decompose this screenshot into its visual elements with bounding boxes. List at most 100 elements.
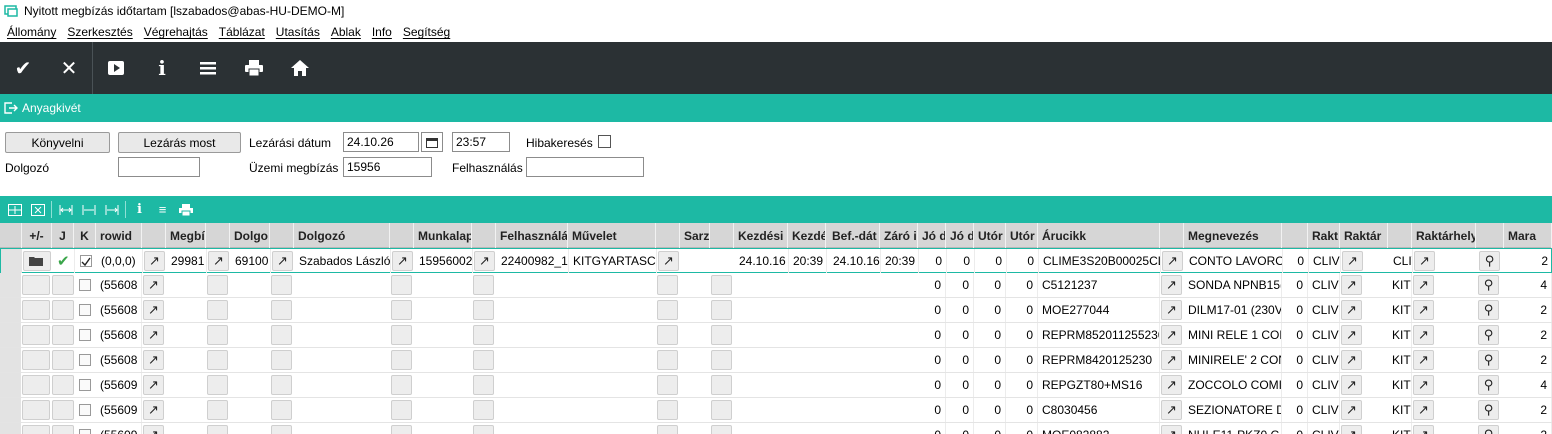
- grid-cell-rakt[interactable]: 0: [1282, 273, 1308, 297]
- grid-cell-jo1[interactable]: 0: [918, 373, 946, 397]
- calendar-icon[interactable]: [421, 132, 443, 152]
- empty-cell-button[interactable]: [391, 400, 412, 420]
- grid-cell-megbiz[interactable]: 29981: [167, 249, 207, 273]
- menu-command[interactable]: Utasítás: [276, 25, 320, 39]
- grid-cell-mara[interactable]: 4: [1504, 373, 1552, 397]
- table-row[interactable]: ✔ (0,0,0) 29981 69100 Szabados László 1595600…: [0, 248, 1552, 273]
- stock-lookup-icon[interactable]: ⚲: [1478, 375, 1499, 395]
- empty-cell-button[interactable]: [711, 350, 732, 370]
- open-link-icon[interactable]: ↗: [658, 251, 679, 271]
- open-link-icon[interactable]: ↗: [1413, 275, 1434, 295]
- grid-cell-rakt[interactable]: 0: [1282, 348, 1308, 372]
- open-link-icon[interactable]: ↗: [143, 425, 164, 434]
- empty-cell-button[interactable]: [473, 400, 494, 420]
- grid-cell-rowid[interactable]: (55609: [96, 423, 142, 434]
- column-header[interactable]: Kezdé: [788, 223, 826, 248]
- grid-cell-rowid[interactable]: (55608: [96, 348, 142, 372]
- grid-cell-jo1[interactable]: 0: [918, 298, 946, 322]
- grid-cell-jo1[interactable]: 0: [918, 273, 946, 297]
- column-width-icon[interactable]: [54, 196, 77, 223]
- column-header[interactable]: Megbí: [166, 223, 206, 248]
- empty-cell-button[interactable]: [271, 300, 292, 320]
- empty-cell-button[interactable]: [473, 275, 494, 295]
- grid-cell-megnevezes[interactable]: SEZIONATORE D/: [1184, 398, 1282, 422]
- open-link-icon[interactable]: ↗: [1413, 325, 1434, 345]
- column-header[interactable]: Jó d: [946, 223, 974, 248]
- empty-cell-button[interactable]: [391, 425, 412, 434]
- close-icon[interactable]: ✕: [46, 42, 92, 94]
- grid-cell-megnevezes[interactable]: DILM17-01 (230V: [1184, 298, 1282, 322]
- open-link-icon[interactable]: ↗: [1341, 325, 1362, 345]
- grid-cell-rowid[interactable]: (55609: [96, 398, 142, 422]
- list-icon[interactable]: [185, 42, 231, 94]
- column-header[interactable]: [270, 223, 294, 248]
- open-link-icon[interactable]: ↗: [1161, 300, 1182, 320]
- grid-cell-megnevezes[interactable]: CONTO LAVORO: [1185, 249, 1283, 273]
- grid-cell-munkalap[interactable]: 15956002: [415, 249, 473, 273]
- row-action-button[interactable]: [22, 375, 50, 395]
- grid-cell-jo2[interactable]: 0: [946, 348, 974, 372]
- folder-open-icon[interactable]: [23, 251, 51, 271]
- open-link-icon[interactable]: ↗: [1161, 400, 1182, 420]
- table-row[interactable]: (55608 0 0 0 0 REPRM852011255230 MINI RELE 1 C…: [0, 323, 1552, 348]
- menu-execute[interactable]: Végrehajtás: [144, 25, 208, 39]
- delete-row-icon[interactable]: [26, 196, 49, 223]
- open-link-icon[interactable]: ↗: [143, 275, 164, 295]
- open-link-icon[interactable]: ↗: [1413, 400, 1434, 420]
- grid-cell-rakt[interactable]: 0: [1282, 298, 1308, 322]
- row-checkbox[interactable]: [79, 404, 91, 416]
- empty-cell-button[interactable]: [207, 350, 228, 370]
- row-status-button[interactable]: [52, 325, 74, 345]
- empty-cell-button[interactable]: [711, 325, 732, 345]
- grid-cell-kezdesi[interactable]: 24.10.16: [735, 249, 789, 273]
- stock-lookup-icon[interactable]: ⚲: [1478, 325, 1499, 345]
- grid-cell-utor1[interactable]: 0: [974, 398, 1006, 422]
- book-button[interactable]: Könyvelni: [5, 132, 110, 153]
- open-link-icon[interactable]: ↗: [1341, 375, 1362, 395]
- empty-cell-button[interactable]: [207, 275, 228, 295]
- open-link-icon[interactable]: ↗: [1161, 425, 1182, 434]
- column-header[interactable]: Dolgozó: [294, 223, 390, 248]
- grid-cell-jo2[interactable]: 0: [946, 423, 974, 434]
- grid-cell-arucikk[interactable]: REPGZT80+MS16: [1038, 373, 1160, 397]
- open-link-icon[interactable]: ↗: [1161, 275, 1182, 295]
- grid-cell-mara[interactable]: 2: [1504, 423, 1552, 434]
- print-icon[interactable]: [231, 42, 277, 94]
- open-link-icon[interactable]: ↗: [392, 251, 413, 271]
- menu-edit[interactable]: Szerkesztés: [67, 25, 132, 39]
- check-icon[interactable]: ✔: [0, 42, 46, 94]
- grid-cell-jo2[interactable]: 0: [946, 323, 974, 347]
- column-header[interactable]: Utór: [974, 223, 1006, 248]
- order-field[interactable]: 15956: [343, 157, 432, 177]
- column-header[interactable]: [1282, 223, 1308, 248]
- empty-cell-button[interactable]: [271, 325, 292, 345]
- usage-field[interactable]: [526, 157, 644, 177]
- grid-cell-utor2[interactable]: 0: [1006, 398, 1038, 422]
- play-icon[interactable]: [93, 42, 139, 94]
- table-row[interactable]: (556090000MOE082882NHI-E11-PKZ0 C0CLIVET…: [0, 423, 1552, 434]
- empty-cell-button[interactable]: [391, 375, 412, 395]
- grid-cell-megnevezes[interactable]: SONDA NPNB15(: [1184, 273, 1282, 297]
- stock-lookup-icon[interactable]: ⚲: [1478, 300, 1499, 320]
- row-status-button[interactable]: [52, 400, 74, 420]
- grid-cell-arucikk[interactable]: MOE082882: [1038, 423, 1160, 434]
- stock-lookup-icon[interactable]: ⚲: [1479, 251, 1500, 271]
- stock-lookup-icon[interactable]: ⚲: [1478, 425, 1499, 434]
- grid-cell-raktar[interactable]: CLIVET: [1308, 398, 1340, 422]
- column-header[interactable]: Jó d: [918, 223, 946, 248]
- column-header[interactable]: Raktárhely: [1412, 223, 1476, 248]
- column-header[interactable]: Árucikk: [1038, 223, 1160, 248]
- grid-cell-rowid[interactable]: (55609: [96, 373, 142, 397]
- grid-cell-jo2[interactable]: 0: [946, 373, 974, 397]
- menu-window[interactable]: Ablak: [331, 25, 361, 39]
- grid-cell-mara[interactable]: 2: [1504, 398, 1552, 422]
- grid-info-icon[interactable]: i: [128, 196, 151, 223]
- grid-cell-arucikk[interactable]: REPRM8420125230: [1038, 348, 1160, 372]
- grid-cell-raktarhely[interactable]: KITCLI-102: [1388, 323, 1412, 347]
- grid-cell-megnevezes[interactable]: MINI RELE 1 CON: [1184, 323, 1282, 347]
- column-header[interactable]: [1476, 223, 1504, 248]
- empty-cell-button[interactable]: [473, 350, 494, 370]
- grid-cell-utor2[interactable]: 0: [1006, 348, 1038, 372]
- empty-cell-button[interactable]: [657, 325, 678, 345]
- column-header[interactable]: [142, 223, 166, 248]
